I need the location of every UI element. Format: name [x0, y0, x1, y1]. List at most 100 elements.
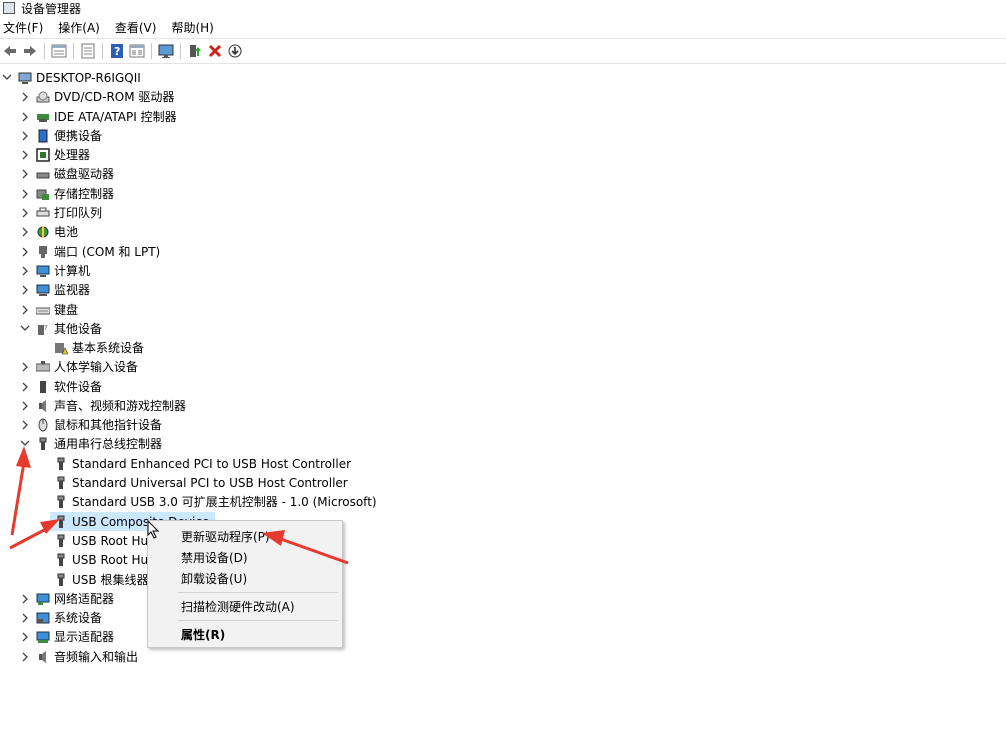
tree-item-label: Standard USB 3.0 可扩展主机控制器 - 1.0 (Microso… [72, 495, 377, 509]
tree-item[interactable]: 打印队列 [18, 203, 102, 222]
context-menu-uninstall-device[interactable]: 卸载设备(U) [181, 570, 247, 587]
chevron-right-icon[interactable] [18, 225, 32, 239]
remove-icon[interactable] [206, 42, 224, 60]
chevron-right-icon[interactable] [18, 611, 32, 625]
tree-item[interactable]: 处理器 [18, 145, 90, 164]
toolbar: ? [0, 38, 1006, 64]
network-adapter-icon [36, 592, 50, 606]
tree-item[interactable]: 系统设备 [18, 608, 102, 627]
context-menu-disable-device[interactable]: 禁用设备(D) [181, 549, 248, 566]
portable-device-icon [36, 129, 50, 143]
context-menu-scan-hardware[interactable]: 扫描检测硬件改动(A) [181, 598, 295, 615]
chevron-right-icon[interactable] [18, 90, 32, 104]
mouse-cursor-icon [147, 519, 161, 543]
keyboard-icon [35, 303, 51, 317]
chevron-right-icon[interactable] [18, 399, 32, 413]
view-icon[interactable] [128, 42, 146, 60]
tree-item[interactable]: 声音、视频和游戏控制器 [18, 396, 186, 415]
tree-item[interactable]: 显示适配器 [18, 627, 114, 646]
chevron-right-icon[interactable] [18, 380, 32, 394]
menu-action[interactable]: 操作(A) [54, 19, 104, 36]
tree-item[interactable]: Standard Enhanced PCI to USB Host Contro… [36, 454, 351, 473]
toolbar-separator [73, 43, 74, 59]
annotation-arrow-left [10, 446, 31, 536]
usb-plug-icon [54, 573, 68, 587]
tree-item[interactable]: 软件设备 [18, 377, 102, 396]
usb-plug-icon [54, 534, 68, 548]
tree-item[interactable]: 通用串行总线控制器 [18, 434, 162, 453]
tree-item-label: 计算机 [54, 264, 91, 278]
chevron-right-icon[interactable] [18, 592, 32, 606]
forward-icon[interactable] [21, 42, 39, 60]
chevron-right-icon[interactable] [18, 650, 32, 664]
chevron-right-icon[interactable] [18, 167, 32, 181]
tree-item[interactable]: USB Root Hub [36, 550, 156, 569]
tree-item[interactable]: Standard Universal PCI to USB Host Contr… [36, 473, 348, 492]
disk-drive-icon [36, 167, 50, 181]
window-title: 设备管理器 [21, 1, 82, 16]
tree-item[interactable]: 计算机 [18, 261, 90, 280]
chevron-right-icon[interactable] [18, 360, 32, 374]
tree-item[interactable]: ? 其他设备 [18, 319, 102, 338]
properties-icon[interactable] [50, 42, 68, 60]
usb-plug-icon [54, 553, 68, 567]
chevron-right-icon[interactable] [18, 303, 32, 317]
tree-item[interactable]: 磁盘驱动器 [18, 164, 114, 183]
tree-item[interactable]: 端口 (COM 和 LPT) [18, 242, 160, 261]
chevron-right-icon[interactable] [18, 206, 32, 220]
tree-item-label: 声音、视频和游戏控制器 [54, 399, 187, 413]
context-menu-properties[interactable]: 属性(R) [181, 626, 225, 643]
download-icon[interactable] [226, 42, 244, 60]
monitor-icon [36, 283, 50, 297]
tree-item[interactable]: 人体学输入设备 [18, 357, 138, 376]
toolbar-separator [151, 43, 152, 59]
menu-view[interactable]: 查看(V) [111, 19, 161, 36]
tree-item[interactable]: USB 根集线器 [36, 570, 148, 589]
tree-item-label: USB Root Hub [72, 552, 156, 567]
tree-item[interactable]: 鼠标和其他指针设备 [18, 415, 162, 434]
usb-icon [36, 437, 50, 451]
menu-help[interactable]: 帮助(H) [167, 19, 217, 36]
chevron-right-icon[interactable] [18, 630, 32, 644]
chevron-down-icon[interactable] [18, 437, 32, 451]
chevron-right-icon[interactable] [18, 148, 32, 162]
tree-item-label: DVD/CD-ROM 驱动器 [54, 90, 175, 104]
tree-item[interactable]: Standard USB 3.0 可扩展主机控制器 - 1.0 (Microso… [36, 492, 377, 511]
tree-root[interactable]: DESKTOP-R6IGQII [0, 68, 141, 87]
chevron-right-icon[interactable] [18, 418, 32, 432]
tree-item[interactable]: IDE ATA/ATAPI 控制器 [18, 107, 177, 126]
chevron-right-icon[interactable] [18, 187, 32, 201]
context-menu-update-driver[interactable]: 更新驱动程序(P) [181, 528, 270, 545]
chevron-down-icon[interactable] [18, 322, 32, 336]
software-device-icon [36, 380, 50, 394]
tree-item[interactable]: 电池 [18, 222, 78, 241]
tree-item[interactable]: 存储控制器 [18, 184, 114, 203]
tree-root-label: DESKTOP-R6IGQII [36, 70, 141, 85]
tree-item[interactable]: 监视器 [18, 280, 90, 299]
tree-item[interactable]: DVD/CD-ROM 驱动器 [18, 87, 174, 106]
tree-item[interactable]: 基本系统设备 [36, 338, 144, 357]
tree-item[interactable]: USB Root Hub [36, 531, 156, 550]
monitor-icon[interactable] [157, 42, 175, 60]
chevron-right-icon[interactable] [18, 110, 32, 124]
list-icon[interactable] [79, 42, 97, 60]
back-icon[interactable] [1, 42, 19, 60]
chevron-right-icon[interactable] [18, 283, 32, 297]
tree-item-label: Standard Enhanced PCI to USB Host Contro… [72, 456, 352, 471]
chevron-right-icon[interactable] [18, 264, 32, 278]
chevron-right-icon[interactable] [18, 245, 32, 259]
usb-plug-icon [54, 476, 68, 490]
update-driver-icon[interactable] [186, 42, 204, 60]
chevron-right-icon[interactable] [18, 129, 32, 143]
battery-icon [36, 225, 50, 239]
tree-item[interactable]: 音频输入和输出 [18, 647, 138, 666]
menu-file[interactable]: 文件(F) [0, 19, 47, 36]
tree-item[interactable]: 便携设备 [18, 126, 102, 145]
menu-bar: 文件(F) 操作(A) 查看(V) 帮助(H) [0, 17, 1006, 37]
help-icon[interactable]: ? [108, 42, 126, 60]
chevron-down-icon[interactable] [0, 71, 14, 85]
tree-item[interactable]: 键盘 [18, 300, 78, 319]
tree-item[interactable]: 网络适配器 [18, 589, 114, 608]
